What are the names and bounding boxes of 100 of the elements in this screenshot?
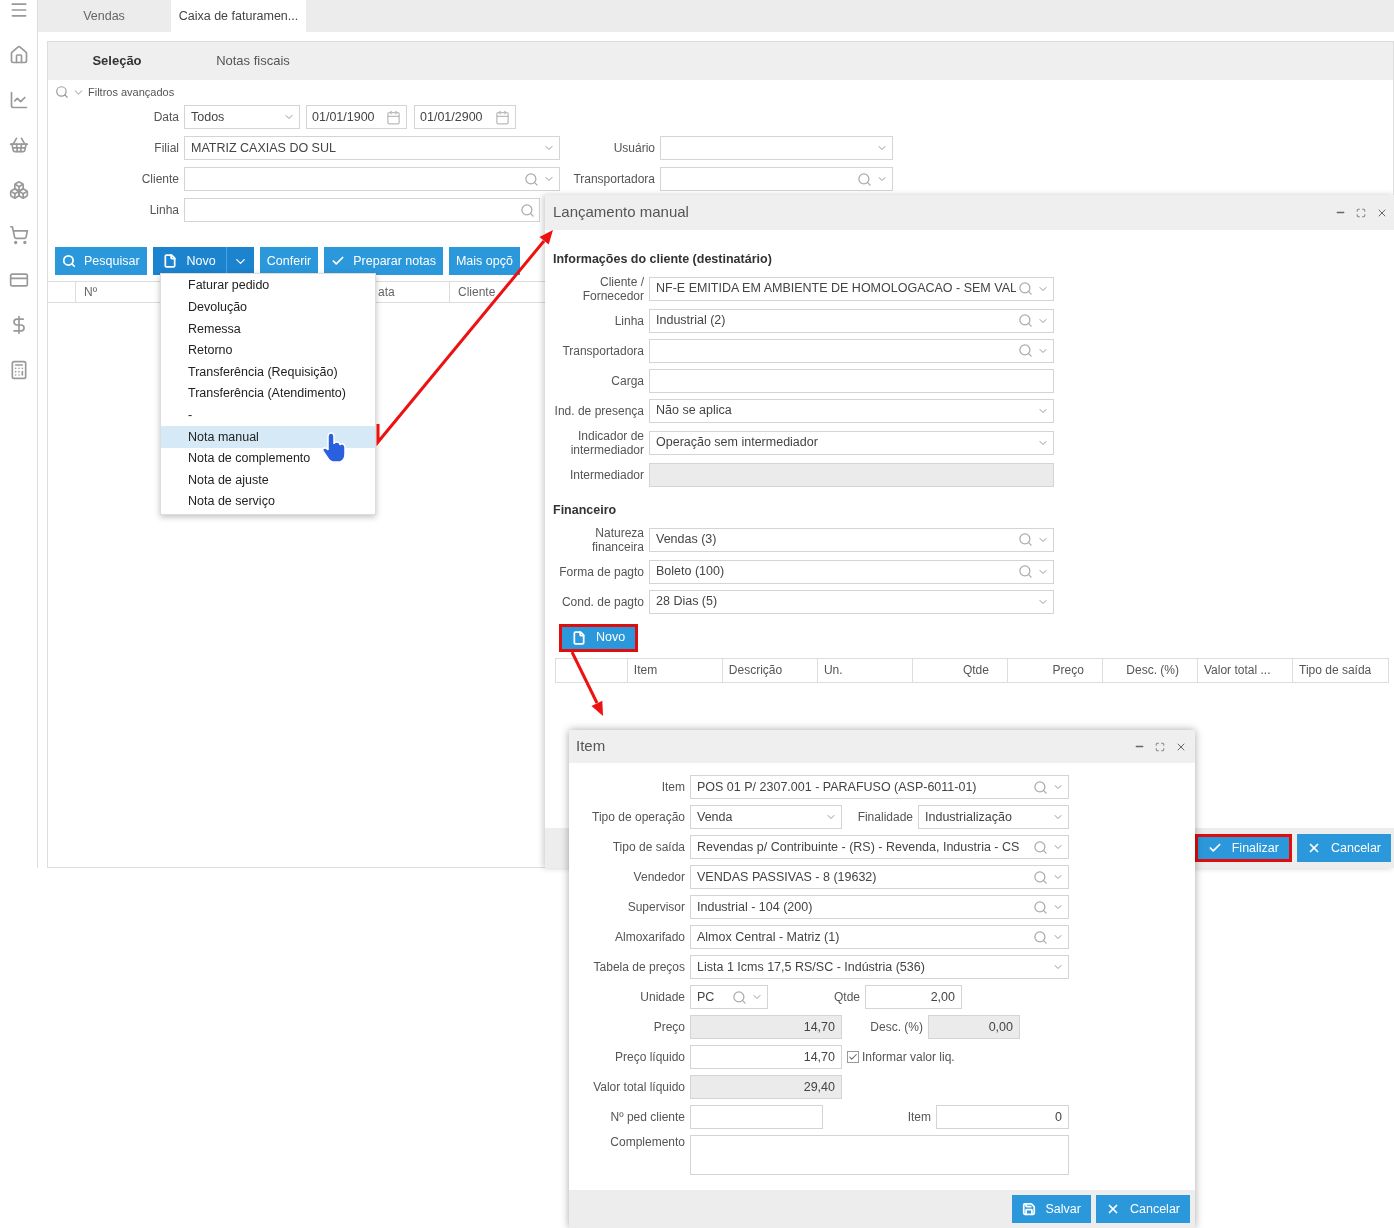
column-header: Nº (84, 284, 98, 301)
field-label: Linha (149, 203, 179, 217)
menu-item[interactable]: Transferência (Requisição) (161, 361, 375, 383)
tab[interactable]: Notas fiscais (188, 51, 318, 71)
text-area[interactable] (690, 1135, 1069, 1175)
readonly-field[interactable] (649, 462, 1054, 487)
menu-item[interactable]: Transferência (Atendimento) (161, 382, 375, 405)
lookup-field[interactable]: POS 01 P/ 2307.001 - PARAFUSO (ASP-6011-01) (690, 775, 1069, 799)
text-field[interactable] (649, 368, 1054, 393)
search-icon[interactable] (1033, 899, 1048, 915)
lookup-field[interactable]: PC (690, 985, 768, 1009)
search-icon[interactable] (1033, 869, 1048, 885)
lookup-field[interactable] (184, 198, 540, 222)
maximize-icon[interactable] (1356, 207, 1366, 218)
lookup-field[interactable] (184, 167, 560, 191)
date-field[interactable]: 01/01/1900 (306, 105, 407, 129)
menu-item[interactable]: Nota de ajuste (161, 469, 375, 491)
dropdown-field[interactable]: Não se aplica (649, 398, 1054, 423)
dropdown-field[interactable]: Todos (184, 105, 300, 129)
lookup-field[interactable]: Vendas (3) (649, 527, 1054, 552)
lookup-field[interactable]: Industrial (2) (649, 308, 1054, 333)
tab[interactable]: Seleção (52, 51, 182, 71)
calendar-icon[interactable] (495, 109, 510, 125)
menu-item[interactable]: Remessa (161, 318, 375, 340)
search-icon[interactable] (1018, 532, 1033, 547)
dropdown-field[interactable]: Venda (690, 805, 842, 829)
search-icon[interactable] (857, 171, 872, 187)
field-label: Carga (611, 373, 644, 388)
menu-item[interactable]: Nota manual (161, 426, 375, 448)
search-icon (62, 254, 76, 268)
split-button[interactable]: Novo (152, 247, 254, 275)
field-label: Indicador de intermediador (569, 428, 644, 457)
column-header: Desc. (%) (1126, 662, 1179, 679)
text-field[interactable] (690, 1105, 823, 1129)
search-icon[interactable] (732, 989, 747, 1005)
column-header: Un. (823, 662, 843, 679)
lookup-field[interactable] (649, 338, 1054, 363)
readonly-field[interactable]: 0,00 (928, 1015, 1020, 1039)
lookup-field[interactable]: Almox Central - Matriz (1) (690, 925, 1069, 949)
column-header: Preço (1052, 662, 1084, 679)
dropdown-field[interactable]: Lista 1 Icms 17,5 RS/SC - Indústria (536) (690, 955, 1069, 979)
column-header: Descrição (728, 662, 783, 679)
dropdown-field[interactable]: 28 Dias (5) (649, 589, 1054, 614)
search-icon[interactable] (524, 171, 539, 187)
calendar-icon[interactable] (386, 109, 401, 125)
menu-item[interactable]: Nota de complemento (161, 447, 375, 470)
card-icon[interactable] (8, 270, 29, 290)
menu-item[interactable]: - (161, 404, 375, 427)
lookup-field[interactable] (660, 167, 893, 191)
section-heading: Financeiro (553, 501, 617, 519)
field-label: Vendedor (633, 870, 685, 884)
date-field[interactable]: 01/01/2900 (414, 105, 516, 129)
tab[interactable]: Caixa de faturamen... (171, 0, 306, 32)
menu-item[interactable]: Retorno (161, 339, 375, 362)
search-icon[interactable] (1018, 343, 1033, 359)
column-header: Item (633, 662, 658, 679)
dropdown-field[interactable]: MATRIZ CAXIAS DO SUL (184, 136, 560, 160)
field-label: Forma de pagto (559, 564, 644, 579)
hand-cursor-icon (322, 432, 346, 463)
search-icon[interactable] (1033, 839, 1048, 855)
menu-item[interactable]: Faturar pedido (161, 275, 375, 297)
text-field[interactable]: 14,70 (690, 1045, 842, 1069)
lookup-field[interactable]: NF-E EMITIDA EM AMBIENTE DE HOMOLOGACAO - SEM VAL (649, 276, 1054, 301)
field-label: Valor total líquido (593, 1080, 685, 1094)
checkbox[interactable] (847, 1051, 859, 1063)
checkbox-label[interactable]: Informar valor liq. (862, 1048, 955, 1066)
lookup-field[interactable]: Boleto (100) (649, 559, 1054, 584)
boxes-icon[interactable] (8, 180, 29, 200)
lookup-field[interactable]: Industrial - 104 (200) (690, 895, 1069, 919)
field-label: Finalidade (857, 810, 913, 824)
search-icon[interactable] (55, 85, 69, 99)
home-icon[interactable] (8, 45, 29, 65)
lookup-field[interactable]: VENDAS PASSIVAS - 8 (19632) (690, 865, 1069, 889)
search-icon[interactable] (1033, 779, 1048, 795)
field-label: Ind. de presença (554, 403, 644, 418)
basket-icon[interactable] (8, 135, 29, 155)
text-field[interactable]: 2,00 (865, 985, 962, 1009)
search-icon[interactable] (520, 202, 535, 218)
dropdown-field[interactable]: Industrialização (918, 805, 1069, 829)
readonly-field[interactable]: 14,70 (690, 1015, 842, 1039)
field-label: Filial (154, 141, 179, 155)
search-icon[interactable] (1018, 313, 1033, 329)
search-icon[interactable] (1033, 929, 1048, 945)
filter-toggle[interactable]: Filtros avançados (88, 83, 175, 101)
menu-item[interactable]: Devolução (161, 296, 375, 319)
maximize-icon[interactable] (1155, 741, 1165, 752)
section-heading: Informações do cliente (destinatário) (553, 251, 772, 268)
cart-icon[interactable] (8, 225, 29, 245)
lookup-field[interactable]: Revendas p/ Contribuinte - (RS) - Revenda, Industria - CS (690, 835, 1069, 859)
field-label: Nº ped cliente (610, 1110, 685, 1124)
line-chart-icon[interactable] (8, 90, 29, 110)
text-field[interactable]: 0 (936, 1105, 1069, 1129)
search-icon[interactable] (1018, 564, 1033, 579)
field-label: Linha (614, 313, 644, 328)
dropdown-field[interactable] (660, 136, 893, 160)
dropdown-field[interactable]: Operação sem intermediador (649, 430, 1054, 455)
menu-item[interactable]: Nota de serviço (161, 490, 375, 513)
field-label: Cond. de pagto (561, 594, 644, 609)
search-icon[interactable] (1018, 281, 1033, 297)
readonly-field[interactable]: 29,40 (690, 1075, 842, 1099)
